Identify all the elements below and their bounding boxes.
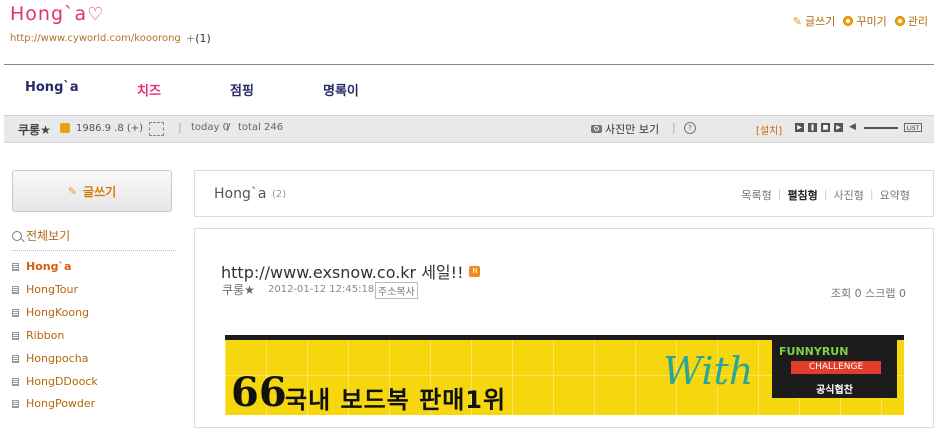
decorate-link[interactable]: 꾸미기 [843, 13, 887, 29]
today-count: today 0 [191, 122, 229, 133]
manage-link[interactable]: 관리 [894, 13, 928, 29]
profile-name[interactable]: 쿠롱★ [18, 121, 51, 138]
folder-icon [12, 285, 19, 294]
new-badge-icon: N [469, 265, 481, 277]
folder-title: Hong`a [214, 186, 267, 202]
top-links: ✎ 글쓰기 꾸미기 관리 [793, 13, 928, 29]
category-label: Ribbon [26, 329, 65, 342]
manage-link-label: 관리 [907, 15, 928, 28]
banner-with-text: With [663, 349, 754, 393]
folder-icon [12, 331, 19, 340]
header-divider [4, 64, 934, 65]
banner-headline: 국내 보드복 판매1위 [285, 386, 507, 414]
info-separator: | [672, 121, 676, 134]
folder-post-count: (2) [272, 189, 287, 200]
folder-icon [12, 262, 19, 271]
write-link[interactable]: ✎ 글쓰기 [793, 13, 836, 29]
category-label: HongPowder [26, 397, 96, 410]
gear-icon [843, 16, 854, 26]
post-stats: 조회 0 스크랩 0 [830, 287, 906, 300]
photo-only-button[interactable]: 사진만 보기 [591, 121, 659, 137]
birth-date: 1986.9 .8 (+) [76, 123, 144, 134]
info-separator: | [178, 121, 182, 134]
category-item[interactable]: Hong`a [12, 260, 71, 273]
view-mode-photo[interactable]: 사진형 [834, 187, 864, 203]
folder-icon [12, 377, 19, 386]
menu-item-jumping[interactable]: 점핑 [230, 80, 254, 99]
pencil-icon: ✎ [67, 184, 78, 198]
sidebar-divider [12, 250, 176, 251]
sponsor-logo-line3: 공식협찬 [816, 385, 853, 396]
decorate-link-label: 꾸미기 [856, 15, 887, 28]
copy-address-button[interactable]: 주소복사 [375, 282, 418, 299]
photo-only-label: 사진만 보기 [605, 123, 660, 136]
plus-icon: + [186, 32, 196, 45]
category-label: HongDDoock [26, 375, 98, 388]
category-item[interactable]: HongKoong [12, 306, 89, 319]
category-label: Hong`a [26, 260, 72, 273]
category-item[interactable]: HongDDoock [12, 375, 98, 388]
menu-item-cheese[interactable]: 치즈 [137, 80, 161, 99]
logo-text: Hong`a [10, 3, 88, 25]
pause-icon[interactable]: ❚ [808, 123, 817, 132]
write-link-label: 글쓰기 [805, 15, 836, 28]
folder-icon [12, 354, 19, 363]
category-item[interactable]: HongPowder [12, 397, 95, 410]
write-post-label: 글쓰기 [83, 184, 117, 199]
view-all-link[interactable]: 전체보기 [12, 227, 70, 244]
sponsor-logo-line1: FUNNYRUN [779, 345, 849, 358]
folder-icon [12, 399, 19, 408]
view-mode-summary[interactable]: 요약형 [880, 187, 910, 203]
playlist-button[interactable]: LIST [904, 123, 922, 132]
write-post-button[interactable]: ✎ 글쓰기 [12, 170, 172, 212]
status-box-icon[interactable] [149, 122, 164, 136]
view-mode-list[interactable]: 목록형 [741, 187, 771, 203]
stop-icon[interactable]: ■ [821, 123, 830, 132]
next-icon[interactable]: ▶ [834, 123, 843, 132]
category-item[interactable]: Hongpocha [12, 352, 88, 365]
post-title[interactable]: http://www.exsnow.co.kr 세일!! N [221, 259, 481, 283]
post-title-text: http://www.exsnow.co.kr 세일!! [221, 263, 464, 282]
post-author[interactable]: 쿠롱★ [222, 281, 255, 298]
volume-slider[interactable] [864, 127, 898, 129]
gear-icon [894, 16, 905, 26]
folder-icon [12, 308, 19, 317]
play-icon[interactable]: ▶ [795, 123, 804, 132]
plus-count: (1) [195, 32, 211, 45]
homepage-url-link[interactable]: http://www.cyworld.com/kooorong [10, 33, 181, 44]
plus-counter[interactable]: +(1) [186, 32, 211, 45]
category-label: HongTour [26, 283, 79, 296]
post-banner-image[interactable]: 66 국내 보드복 판매1위 With FUNNYRUN CHALLENGE 공… [225, 335, 904, 415]
view-mode-expanded[interactable]: 펼침형 [787, 187, 817, 203]
total-count: total 246 [238, 122, 284, 133]
magnifier-icon [12, 230, 22, 241]
category-item[interactable]: HongTour [12, 283, 78, 296]
sponsor-logo-line2: CHALLENGE [791, 361, 881, 374]
heart-icon: ♡ [87, 4, 105, 25]
post-timestamp: 2012-01-12 12:45:18 [268, 284, 375, 295]
menu-item-honga[interactable]: Hong`a [25, 80, 79, 95]
volume-icon[interactable]: ◀ [849, 123, 857, 132]
count-divider: / [227, 122, 231, 133]
view-mode-tabs: 목록형 | 펼침형 | 사진형 | 요약형 [741, 187, 910, 203]
category-label: Hongpocha [26, 352, 89, 365]
help-icon[interactable]: ? [684, 122, 696, 134]
birthday-badge-icon [60, 123, 70, 133]
menu-item-guestbook[interactable]: 명록이 [323, 80, 359, 99]
view-all-label: 전체보기 [26, 229, 71, 243]
site-logo[interactable]: Hong`a♡ [10, 3, 104, 25]
install-player-link[interactable]: [설치] [756, 122, 782, 137]
category-item[interactable]: Ribbon [12, 329, 64, 342]
category-label: HongKoong [26, 306, 90, 319]
quote-mark: 66 [231, 369, 287, 415]
pencil-icon: ✎ [792, 14, 802, 28]
camera-icon [591, 125, 602, 133]
